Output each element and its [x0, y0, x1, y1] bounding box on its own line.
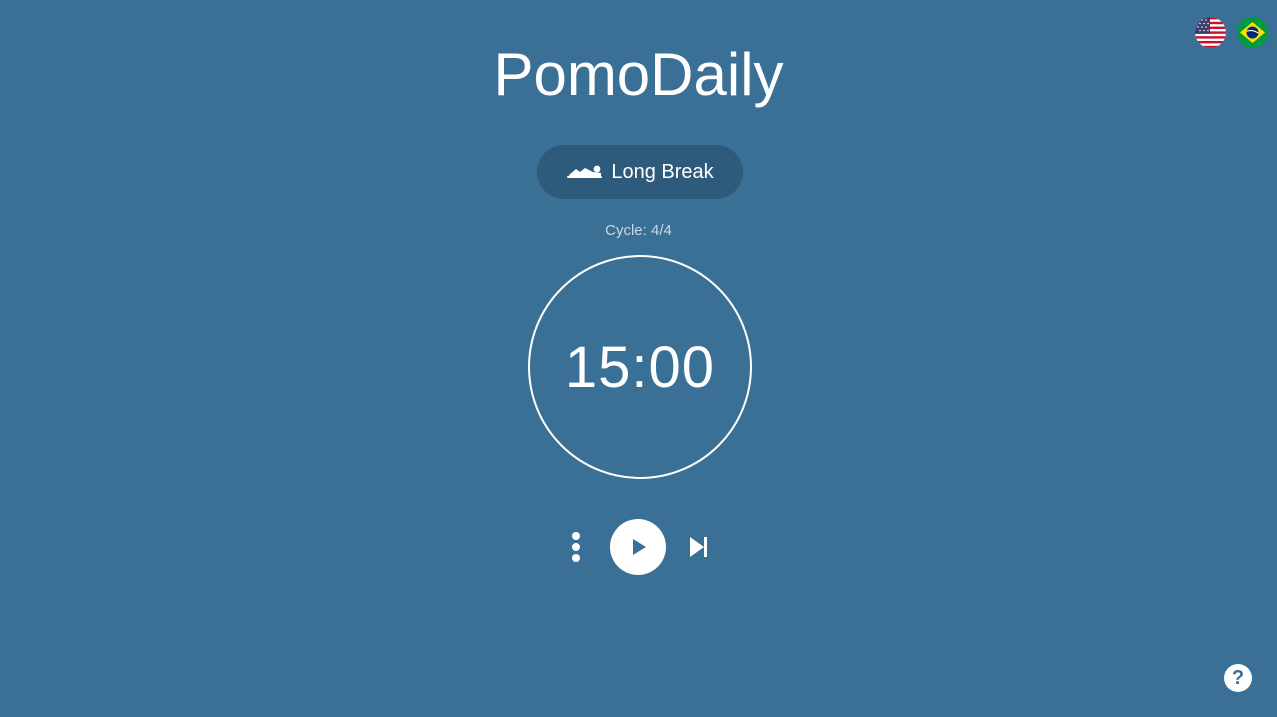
- timer-ring: 15:00: [528, 255, 752, 479]
- mode-selector-button[interactable]: Long Break: [537, 145, 743, 199]
- vertical-dots-icon[interactable]: [566, 531, 586, 563]
- timer-display: 15:00: [564, 334, 716, 400]
- timer-controls: [0, 519, 1277, 575]
- lying-person-icon: [567, 165, 603, 178]
- play-icon: [633, 539, 646, 555]
- skip-next-icon[interactable]: [688, 535, 710, 559]
- help-button[interactable]: ?: [1224, 664, 1252, 692]
- mode-label: Long Break: [611, 160, 714, 183]
- app-title: PomoDaily: [493, 41, 784, 108]
- cycle-counter: Cycle: 4/4: [605, 222, 672, 239]
- app-page: PomoDaily Long Break Cycle: 4/4 15:00 ?: [0, 0, 1277, 717]
- play-button[interactable]: [610, 519, 666, 575]
